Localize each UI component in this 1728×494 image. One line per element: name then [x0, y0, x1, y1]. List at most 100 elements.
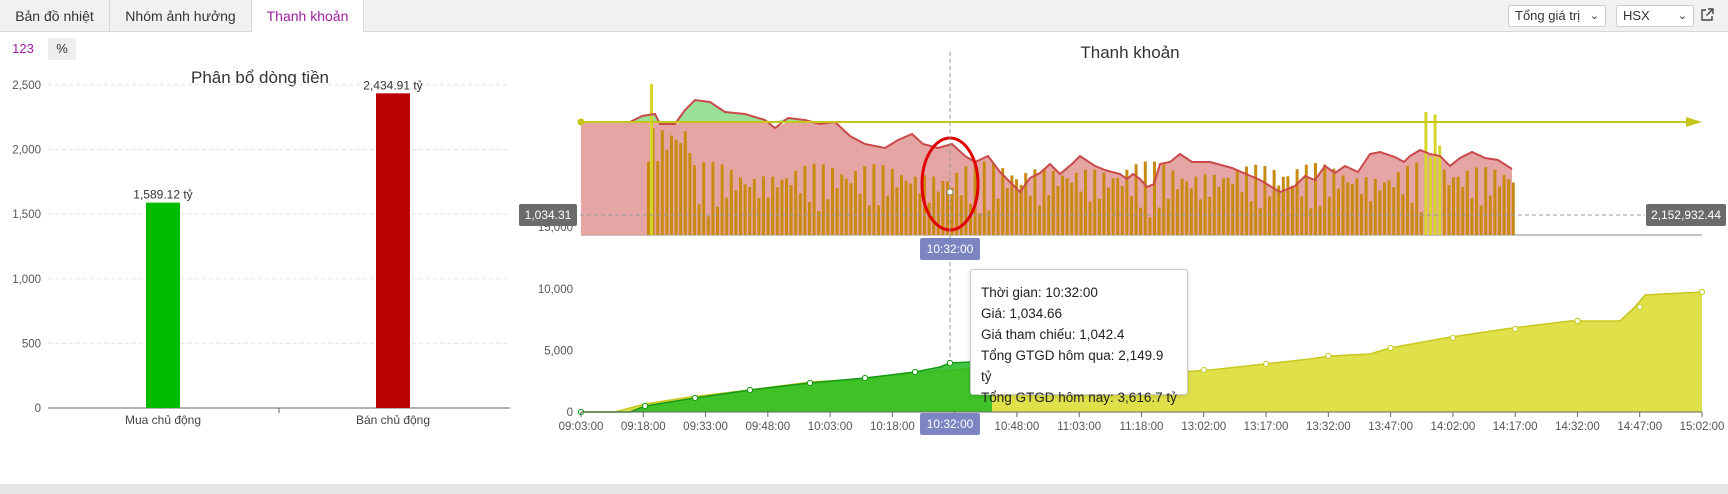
volume-bar	[1433, 114, 1437, 235]
volume-bar	[812, 163, 816, 235]
volume-bar	[706, 216, 710, 235]
y-tick-label: 2,000	[12, 145, 41, 157]
volume-bar	[1240, 192, 1244, 235]
volume-bar	[1231, 184, 1235, 235]
exchange-select[interactable]: HSX ⌄	[1616, 5, 1694, 27]
external-link-icon[interactable]	[1700, 8, 1714, 22]
x-tick-label: 09:03:00	[559, 421, 604, 433]
volume-bar	[1364, 177, 1368, 235]
bar-data-label: 1,589.12 tỷ	[133, 188, 192, 202]
price-axis-flag: 1,034.31	[519, 204, 577, 226]
top-toolbar: Bản đồ nhiệt Nhóm ảnh hưởng Thanh khoản …	[0, 0, 1728, 32]
volume-bar	[1419, 212, 1423, 235]
volume-bar	[697, 204, 701, 235]
volume-bar	[1065, 178, 1069, 235]
volume-bar	[936, 191, 940, 235]
tooltip-time: Thời gian: 10:32:00	[981, 285, 1098, 300]
volume-bar	[1373, 178, 1377, 235]
x-tick-label: 10:18:00	[870, 421, 915, 433]
value-type-label: Tổng giá trị	[1515, 8, 1581, 23]
volume-bar	[794, 170, 798, 235]
volume-bar	[656, 161, 660, 235]
y-tick-label: 500	[22, 338, 41, 350]
volume-bar	[955, 172, 959, 235]
volume-bar	[1116, 177, 1120, 235]
volume-bar	[1171, 170, 1175, 235]
volume-bar	[1300, 196, 1304, 235]
today-point	[806, 379, 814, 387]
volume-bar	[780, 179, 784, 235]
yesterday-point	[1387, 344, 1394, 352]
volume-bar	[1143, 161, 1147, 235]
volume-bar	[1415, 162, 1419, 235]
volume-bar	[1350, 184, 1354, 235]
today-point	[946, 359, 954, 367]
volume-bar	[1341, 175, 1345, 235]
volume-bar	[1507, 179, 1511, 235]
volume-bar	[1268, 196, 1271, 235]
volume-bar	[1470, 198, 1474, 235]
volume-bar	[1272, 170, 1276, 235]
volume-bar	[1286, 176, 1290, 235]
volume-bar	[1249, 201, 1253, 235]
x-tick-label: 09:48:00	[745, 421, 790, 433]
tab-influence-group[interactable]: Nhóm ảnh hưởng	[110, 0, 252, 32]
volume-bar	[693, 165, 696, 235]
today-point	[691, 394, 699, 402]
yesterday-point	[1449, 334, 1456, 342]
volume-bar	[716, 206, 719, 235]
volume-bar	[1258, 208, 1262, 235]
volume-bar	[904, 180, 908, 235]
volume-bar	[729, 169, 733, 235]
volume-bar	[808, 201, 811, 235]
volume-bar	[881, 165, 885, 235]
volume-bar	[711, 161, 715, 235]
volume-bar	[647, 161, 650, 235]
volume-bar	[1185, 181, 1189, 235]
chevron-down-icon: ⌄	[1589, 10, 1599, 22]
x-tick-label: 13:47:00	[1368, 421, 1413, 433]
volume-bar	[1410, 202, 1414, 235]
volume-bar	[1180, 178, 1184, 235]
tooltip-price: Giá: 1,034.66	[981, 306, 1063, 321]
volume-bar	[1042, 168, 1046, 235]
volume-bar	[1465, 170, 1469, 235]
volume-bar	[840, 174, 844, 235]
volume-bar	[757, 197, 761, 235]
volume-bar	[665, 149, 669, 235]
yesterday-point	[1262, 360, 1270, 368]
crosshair-point	[946, 188, 954, 196]
volume-bar	[1406, 166, 1409, 235]
volume-bar	[1208, 196, 1212, 235]
volume-bar	[660, 130, 664, 235]
volume-bar	[1097, 198, 1101, 235]
volume-bar	[1005, 188, 1009, 235]
volume-bar	[858, 193, 862, 235]
volume-bar	[1051, 170, 1055, 235]
volume-bar	[1475, 167, 1478, 235]
volume-bar	[775, 187, 779, 235]
volume-bar	[789, 185, 793, 235]
volume-bar	[1093, 169, 1097, 235]
volume-bar	[877, 205, 880, 235]
volume-bar	[1332, 168, 1336, 235]
tab-liquidity[interactable]: Thanh khoản	[252, 0, 364, 32]
volume-bar	[1456, 176, 1460, 235]
chevron-down-icon: ⌄	[1677, 10, 1687, 22]
volume-bar	[913, 176, 917, 235]
volume-bar	[1378, 190, 1382, 235]
volume-bar	[1088, 201, 1092, 235]
volume-bar	[867, 205, 871, 235]
tab-heatmap[interactable]: Bản đồ nhiệt	[0, 0, 110, 32]
value-type-select[interactable]: Tổng giá trị ⌄	[1508, 5, 1606, 27]
liquidity-chart: 15,00005,00010,00009:03:00 09:18:00 09:33:…	[538, 52, 1724, 433]
volume-bar	[890, 168, 894, 235]
volume-bar	[854, 171, 857, 235]
volume-bar	[1318, 205, 1322, 235]
volume-bar	[982, 161, 986, 235]
x-tick-label: 14:02:00	[1431, 421, 1476, 433]
volume-bar	[1162, 164, 1166, 235]
today-point	[641, 402, 649, 410]
volume-bar	[798, 192, 802, 235]
arrow-head-icon	[1686, 117, 1702, 127]
